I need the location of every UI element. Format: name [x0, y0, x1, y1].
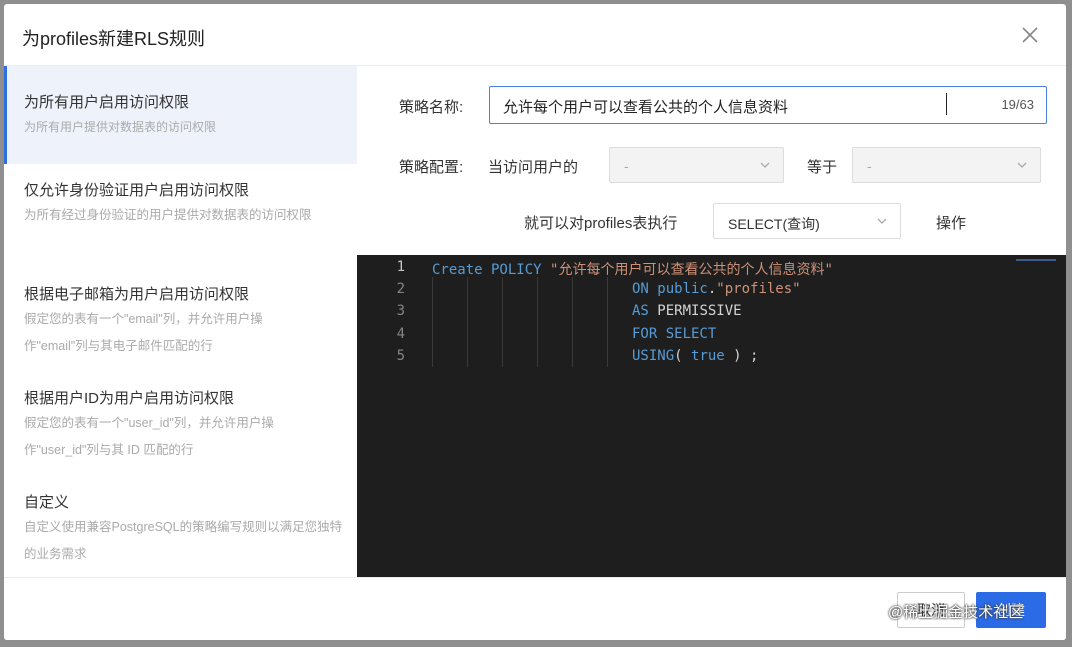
dialog-header: 为profiles新建RLS规则 — [4, 4, 1066, 66]
code-line-4: FOR SELECT — [632, 326, 716, 342]
can-execute-label: 就可以对profiles表执行 — [524, 215, 678, 232]
code-token: USING — [632, 348, 675, 364]
when-user-label: 当访问用户的 — [488, 159, 579, 176]
dialog-title: 为profiles新建RLS规则 — [22, 29, 206, 49]
template-desc: 假定您的表有一个"email"列，并允许用户操作"email"列与其电子邮件匹配… — [24, 312, 263, 353]
template-user-id[interactable]: 根据用户ID为用户启用访问权限 假定您的表有一个"user_id"列，并允许用户… — [4, 372, 357, 476]
text-caret — [946, 93, 947, 115]
template-title: 根据电子邮箱为用户启用访问权限 — [24, 286, 250, 303]
char-counter: 19/63 — [1001, 97, 1034, 112]
indent-guide — [537, 277, 538, 367]
indent-guide — [432, 277, 433, 367]
code-line-5: USING( true ) ; — [632, 348, 758, 364]
equals-label: 等于 — [807, 159, 838, 176]
indent-guide — [572, 277, 573, 367]
template-title: 为所有用户启用访问权限 — [24, 94, 190, 111]
template-title: 根据用户ID为用户启用访问权限 — [24, 390, 235, 407]
code-token: ON public — [632, 281, 708, 297]
close-icon — [1022, 27, 1038, 43]
policy-name-input[interactable]: 允许每个用户可以查看公共的个人信息资料 19/63 — [489, 86, 1047, 124]
code-token: ( — [674, 348, 692, 364]
code-line-2: ON public."profiles" — [632, 281, 801, 297]
code-token: "profiles" — [716, 281, 801, 297]
indent-guide — [502, 277, 503, 367]
line-number: 1 — [396, 259, 405, 275]
operation-select[interactable]: SELECT(查询) — [713, 203, 901, 239]
policy-config-label: 策略配置: — [399, 159, 464, 176]
code-token: true — [691, 348, 725, 364]
indent-guide — [467, 277, 468, 367]
code-token: "允许每个用户可以查看公共的个人信息资料" — [550, 262, 833, 278]
policy-name-value: 允许每个用户可以查看公共的个人信息资料 — [503, 99, 789, 116]
line-number: 5 — [396, 348, 405, 364]
template-desc: 假定您的表有一个"user_id"列，并允许用户操作"user_id"列与其 I… — [24, 416, 274, 457]
line-number: 3 — [396, 303, 405, 319]
template-desc: 为所有经过身份验证的用户提供对数据表的访问权限 — [24, 208, 312, 222]
template-desc: 自定义使用兼容PostgreSQL的策略编写规则以满足您独特的业务需求 — [24, 520, 343, 561]
chevron-down-icon — [877, 218, 887, 224]
code-token: Create POLICY — [432, 262, 551, 278]
chevron-down-icon — [1017, 162, 1027, 168]
template-email[interactable]: 根据电子邮箱为用户启用访问权限 假定您的表有一个"email"列，并允许用户操作… — [4, 268, 357, 372]
template-title: 仅允许身份验证用户启用访问权限 — [24, 182, 250, 199]
equals-value-select[interactable]: - — [852, 147, 1041, 183]
equals-value: - — [867, 158, 872, 174]
line-number: 2 — [396, 281, 405, 297]
code-line-3: AS PERMISSIVE — [632, 303, 742, 319]
user-field-value: - — [624, 158, 629, 174]
chevron-down-icon — [760, 162, 770, 168]
close-button[interactable] — [1018, 23, 1042, 47]
code-line-1: Create POLICY "允许每个用户可以查看公共的个人信息资料" — [432, 259, 833, 279]
code-token: ) ; — [724, 348, 759, 364]
policy-editor-pane: 策略名称: 允许每个用户可以查看公共的个人信息资料 19/63 策略配置: 当访… — [357, 66, 1066, 577]
code-token: FOR SELECT — [632, 326, 717, 342]
template-custom[interactable]: 自定义 自定义使用兼容PostgreSQL的策略编写规则以满足您独特的业务需求 — [4, 476, 357, 577]
operation-label: 操作 — [936, 215, 967, 232]
rls-dialog: 为profiles新建RLS规则 为所有用户启用访问权限 为所有用户提供对数据表… — [4, 4, 1066, 640]
editor-minimap[interactable] — [1016, 259, 1056, 271]
template-all-users[interactable]: 为所有用户启用访问权限 为所有用户提供对数据表的访问权限 — [4, 66, 357, 164]
user-field-select[interactable]: - — [609, 147, 784, 183]
template-desc: 为所有用户提供对数据表的访问权限 — [24, 120, 217, 134]
code-token: AS — [632, 303, 658, 319]
sql-code-editor[interactable]: 1 2 3 4 5 Create POLICY "允许每个用户可以查看公共的个人… — [357, 255, 1066, 577]
code-token: PERMISSIVE — [657, 303, 742, 319]
line-number: 4 — [396, 326, 405, 342]
template-title: 自定义 — [24, 494, 70, 511]
policy-name-label: 策略名称: — [399, 99, 464, 116]
operation-value: SELECT(查询) — [728, 216, 820, 232]
policy-template-list: 为所有用户启用访问权限 为所有用户提供对数据表的访问权限 仅允许身份验证用户启用… — [4, 66, 357, 577]
template-authenticated-users[interactable]: 仅允许身份验证用户启用访问权限 为所有经过身份验证的用户提供对数据表的访问权限 — [4, 164, 357, 268]
watermark-credit: @稀土掘金技术社区 — [888, 604, 1024, 621]
indent-guide — [607, 277, 608, 367]
